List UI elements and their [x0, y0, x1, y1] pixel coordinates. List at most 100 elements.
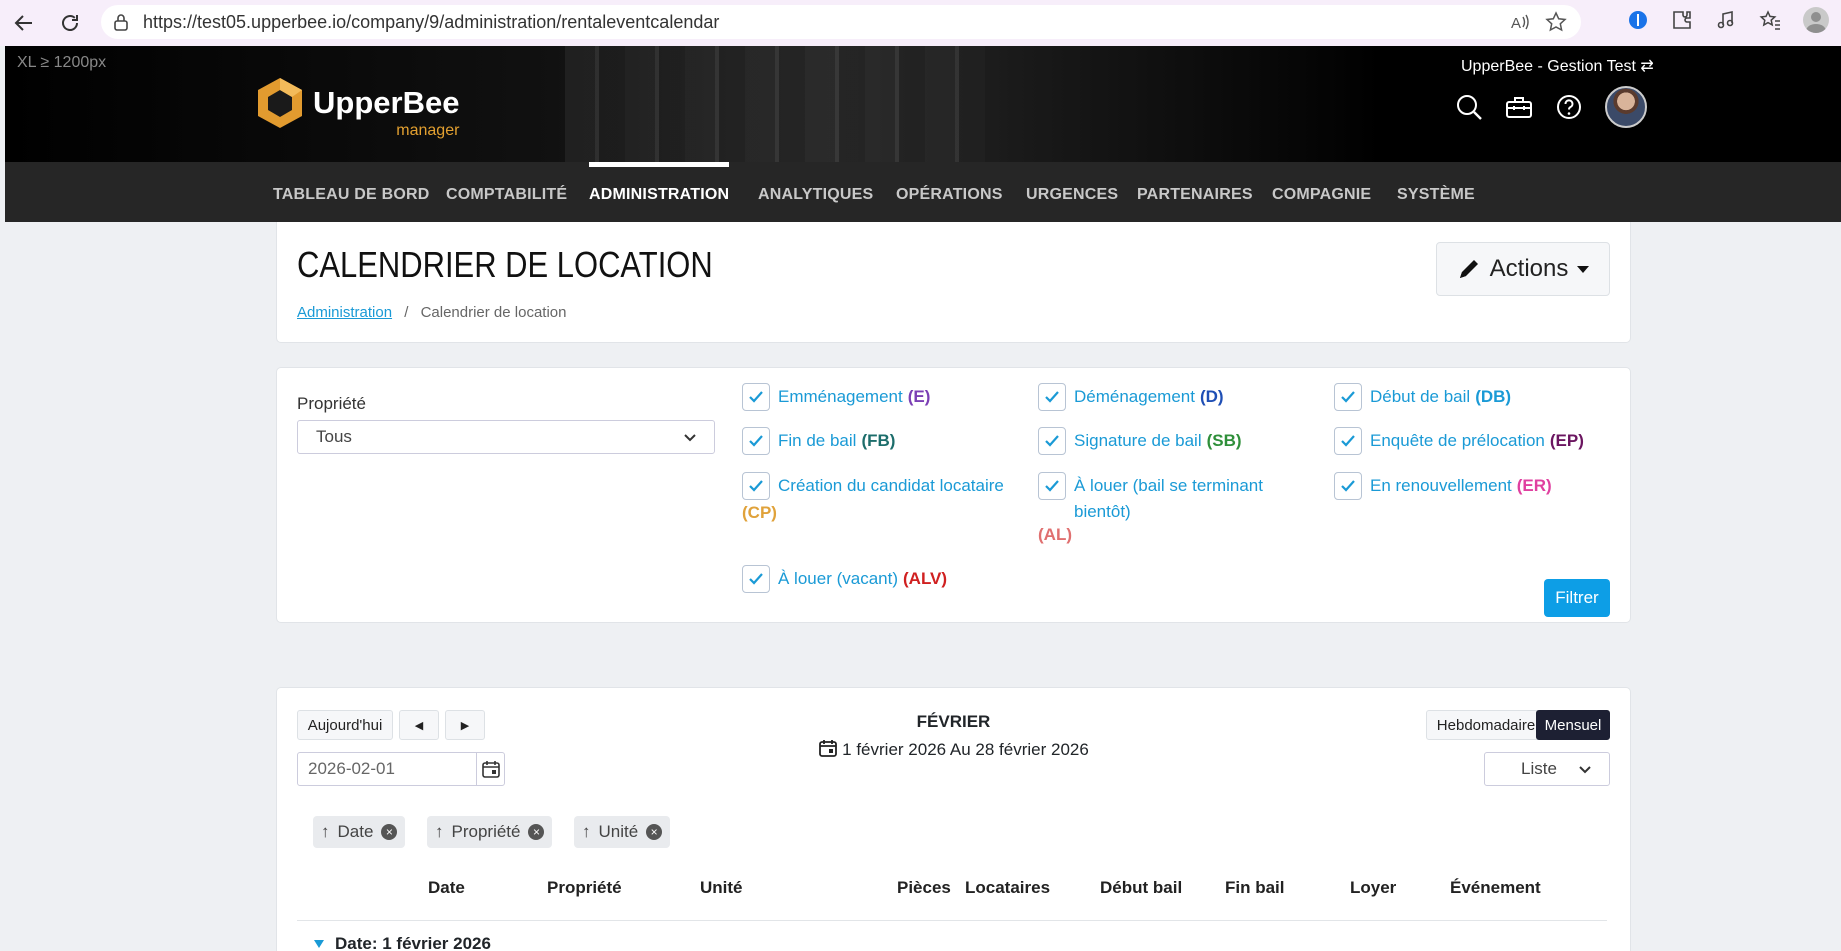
- address-bar[interactable]: https://test05.upperbee.io/company/9/adm…: [101, 5, 1581, 39]
- checkbox-label: En renouvellement: [1370, 476, 1512, 495]
- monthly-view-button[interactable]: Mensuel: [1536, 710, 1610, 740]
- view-mode-select[interactable]: Liste: [1484, 752, 1610, 786]
- breadcrumb-link-administration[interactable]: Administration: [297, 304, 392, 321]
- weekly-view-button[interactable]: Hebdomadaire: [1426, 710, 1546, 740]
- checkbox-label: Création du candidat locataire: [778, 476, 1004, 495]
- app-window: XL ≥ 1200px UpperBee manager UpperBee - …: [5, 46, 1841, 951]
- checkbox-label: Déménagement: [1074, 387, 1195, 406]
- date-picker-input[interactable]: 2026-02-01: [297, 752, 505, 786]
- column-header-unite[interactable]: Unité: [700, 878, 743, 898]
- checkbox-emmenagement[interactable]: Emménagement (E): [742, 383, 931, 411]
- checkbox-fin-de-bail[interactable]: Fin de bail (FB): [742, 427, 895, 455]
- column-header-date[interactable]: Date: [428, 878, 465, 898]
- svg-text:A: A: [1511, 15, 1521, 32]
- column-header-fin-bail[interactable]: Fin bail: [1225, 878, 1285, 898]
- nav-comptabilite[interactable]: COMPTABILITÉ: [446, 186, 567, 204]
- help-icon[interactable]: [1555, 93, 1583, 121]
- password-manager-icon[interactable]: [1627, 9, 1649, 31]
- browser-toolbar: https://test05.upperbee.io/company/9/adm…: [0, 0, 1841, 46]
- nav-tableau-de-bord[interactable]: TABLEAU DE BORD: [273, 186, 429, 204]
- hexagon-logo-icon: [258, 78, 302, 128]
- column-header-locataires[interactable]: Locataires: [965, 878, 1050, 898]
- breadcrumb-separator: /: [404, 304, 409, 321]
- nav-administration[interactable]: ADMINISTRATION: [589, 186, 729, 204]
- check-icon: [742, 472, 770, 500]
- view-mode-value: Liste: [1521, 759, 1557, 778]
- company-switcher[interactable]: UpperBee - Gestion Test ⇄: [1461, 56, 1654, 76]
- checkbox-label: Fin de bail: [778, 431, 857, 450]
- nav-partenaires[interactable]: PARTENAIRES: [1137, 186, 1253, 204]
- property-select[interactable]: Tous: [297, 420, 715, 454]
- sort-up-icon: ↑: [582, 822, 591, 841]
- pencil-icon: [1459, 260, 1478, 278]
- media-icon[interactable]: [1715, 9, 1737, 31]
- property-label: Propriété: [297, 394, 366, 413]
- nav-systeme[interactable]: SYSTÈME: [1397, 186, 1475, 204]
- user-avatar[interactable]: [1605, 86, 1647, 128]
- close-icon[interactable]: ×: [646, 824, 663, 840]
- check-icon: [1334, 427, 1362, 455]
- checkbox-en-renouvellement[interactable]: En renouvellement (ER): [1334, 472, 1552, 500]
- checkbox-abbr-cp: (CP): [742, 503, 777, 522]
- favorites-icon[interactable]: [1759, 9, 1781, 31]
- sort-chip-unite[interactable]: ↑ Unité ×: [574, 816, 671, 848]
- checkbox-label: Début de bail: [1370, 387, 1471, 406]
- column-header-propriete[interactable]: Propriété: [547, 878, 622, 898]
- checkbox-debut-de-bail[interactable]: Début de bail (DB): [1334, 383, 1511, 411]
- checkbox-label: Emménagement: [778, 387, 903, 406]
- group-row-date[interactable]: Date: 1 février 2026: [313, 934, 491, 951]
- favorite-star-icon[interactable]: [1545, 11, 1567, 33]
- calendar-picker-icon[interactable]: [476, 753, 504, 785]
- checkbox-demenagement[interactable]: Déménagement (D): [1038, 383, 1224, 411]
- search-icon[interactable]: [1455, 93, 1483, 121]
- check-icon: [742, 565, 770, 593]
- actions-button[interactable]: Actions: [1436, 242, 1610, 296]
- sort-chip-date[interactable]: ↑ Date ×: [313, 816, 406, 848]
- close-icon[interactable]: ×: [528, 824, 545, 840]
- checkbox-enquete-prelocation[interactable]: Enquête de prélocation (EP): [1334, 427, 1584, 455]
- check-icon: [1038, 383, 1066, 411]
- column-header-loyer[interactable]: Loyer: [1350, 878, 1396, 898]
- page-title: CALENDRIER DE LOCATION: [297, 244, 713, 285]
- check-icon: [1334, 383, 1362, 411]
- nav-operations[interactable]: OPÉRATIONS: [896, 186, 1003, 204]
- nav-urgences[interactable]: URGENCES: [1026, 186, 1118, 204]
- nav-analytiques[interactable]: ANALYTIQUES: [758, 186, 873, 204]
- app-logo[interactable]: UpperBee manager: [255, 76, 459, 139]
- reload-icon[interactable]: [54, 7, 86, 39]
- back-icon[interactable]: [8, 7, 40, 39]
- group-label: Date: 1 février 2026: [335, 934, 491, 951]
- chip-label: Date: [337, 822, 374, 841]
- breadcrumb-current: Calendrier de location: [420, 304, 567, 321]
- sort-chip-propriete[interactable]: ↑ Propriété ×: [427, 816, 553, 848]
- checkbox-abbr: (ER): [1516, 476, 1552, 495]
- toolbox-icon[interactable]: [1505, 93, 1533, 121]
- column-header-pieces[interactable]: Pièces: [897, 878, 951, 898]
- read-aloud-icon[interactable]: A: [1509, 11, 1531, 33]
- header-banner: XL ≥ 1200px UpperBee manager UpperBee - …: [5, 46, 1841, 162]
- filter-card: Propriété Tous Emménagement (E) Déménagem…: [276, 367, 1631, 623]
- filter-button[interactable]: Filtrer: [1544, 579, 1610, 617]
- date-range-text: 1 février 2026 Au 28 février 2026: [842, 740, 1089, 759]
- close-icon[interactable]: ×: [381, 824, 398, 840]
- checkbox-abbr: (SB): [1206, 431, 1242, 450]
- calendar-icon: [819, 740, 838, 757]
- profile-icon[interactable]: [1803, 7, 1829, 33]
- checkbox-abbr: (E): [907, 387, 931, 406]
- page-header-card: CALENDRIER DE LOCATION Administration / …: [276, 222, 1631, 343]
- checkbox-creation-candidat[interactable]: Création du candidat locataire: [742, 472, 1022, 500]
- banner-image: [565, 46, 985, 162]
- column-header-debut-bail[interactable]: Début bail: [1100, 878, 1182, 898]
- caret-down-icon: [314, 940, 324, 948]
- nav-compagnie[interactable]: COMPAGNIE: [1272, 186, 1371, 204]
- column-header-evenement[interactable]: Événement: [1450, 878, 1541, 898]
- checkbox-signature-de-bail[interactable]: Signature de bail (SB): [1038, 427, 1242, 455]
- check-icon: [1038, 472, 1066, 500]
- checkbox-a-louer-vacant[interactable]: À louer (vacant) (ALV): [742, 565, 947, 593]
- checkbox-abbr: (EP): [1549, 431, 1584, 450]
- checkbox-a-louer-bientot[interactable]: À louer (bail se terminant bientôt): [1038, 472, 1288, 525]
- chip-label: Unité: [598, 822, 639, 841]
- check-icon: [742, 383, 770, 411]
- extensions-icon[interactable]: [1671, 9, 1693, 31]
- checkbox-label: Signature de bail: [1074, 431, 1202, 450]
